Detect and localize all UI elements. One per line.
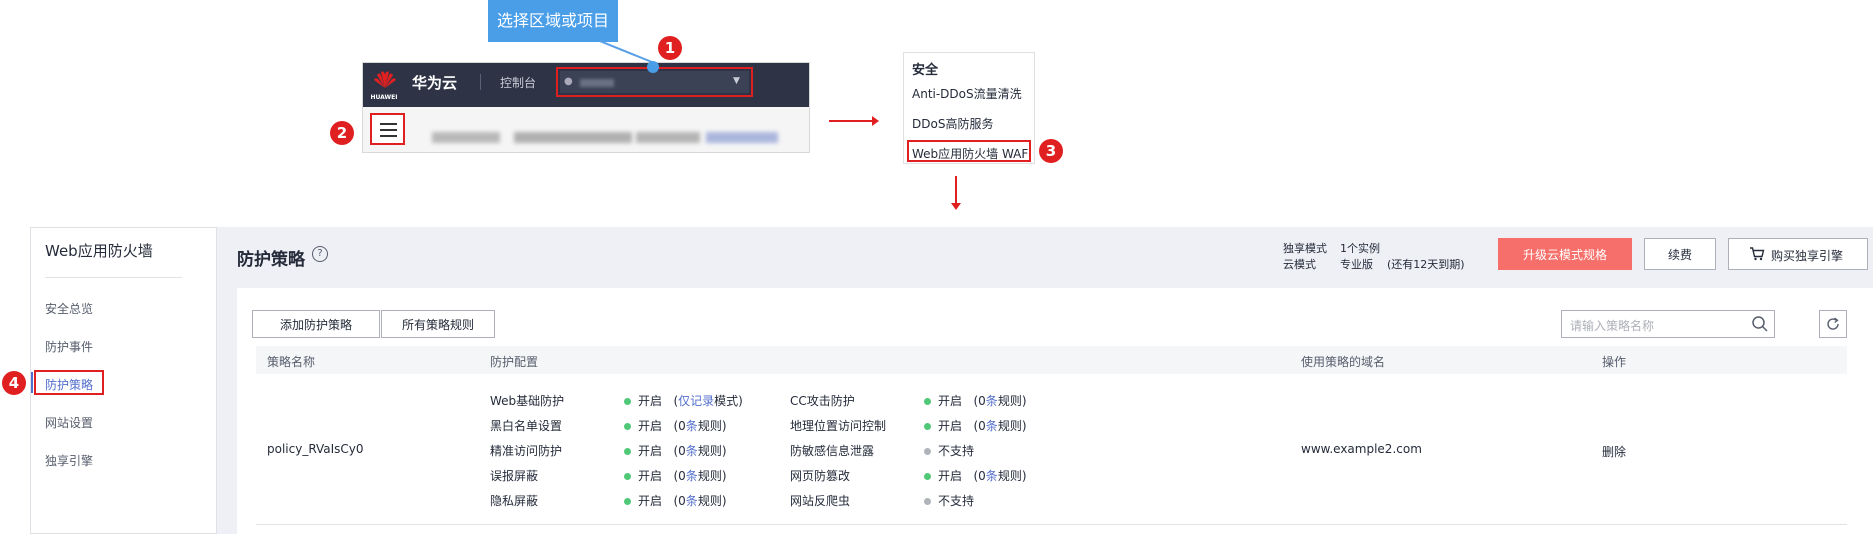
status-dot (624, 423, 631, 430)
column-header-policy-name: 策略名称 (267, 355, 316, 369)
all-policy-rules-button[interactable]: 所有策略规则 (381, 310, 495, 338)
service-list-menu-button[interactable] (370, 113, 405, 145)
status-dot (924, 473, 931, 480)
config-status: 开启 (0条规则) (938, 394, 1027, 408)
column-header-protection-config: 防护配置 (490, 355, 539, 369)
config-privacy-masking: 隐私屏蔽 (490, 494, 539, 508)
policy-name-link[interactable]: policy_RVaIsCy0 (267, 442, 364, 456)
arrow-down (951, 176, 961, 210)
config-precise-protection: 精准访问防护 (490, 444, 563, 458)
renew-button[interactable]: 续费 (1644, 238, 1716, 270)
config-rules-link[interactable]: 条 (686, 419, 698, 433)
upgrade-cloud-mode-button[interactable]: 升级云模式规格 (1498, 238, 1632, 270)
config-rules-link[interactable]: 条 (986, 419, 998, 433)
blurred-content (514, 132, 632, 143)
status-dot (624, 398, 631, 405)
policy-domain: www.example2.com (1301, 442, 1422, 456)
tooltip-pointer-dot (647, 61, 659, 73)
add-policy-button[interactable]: 添加防护策略 (252, 310, 380, 338)
buy-dedicated-engine-button[interactable]: 购买独享引擎 (1728, 238, 1868, 270)
sidebar-active-indicator (31, 372, 33, 393)
menu-category-title: 安全 (912, 63, 939, 78)
status-dot (624, 498, 631, 505)
config-status: 开启 (0条规则) (938, 469, 1027, 483)
config-status: 开启 (0条规则) (638, 444, 727, 458)
config-rules-link[interactable]: 条 (986, 394, 998, 408)
config-rules-link[interactable]: 条 (686, 469, 698, 483)
status-dot (924, 398, 931, 405)
column-header-actions: 操作 (1602, 355, 1627, 369)
search-placeholder: 请输入策略名称 (1570, 319, 1655, 333)
buy-dedicated-engine-label: 购买独享引擎 (1771, 249, 1844, 263)
delete-policy-link[interactable]: 删除 (1602, 443, 1626, 460)
cloud-mode-expiry: (还有12天到期) (1387, 258, 1465, 271)
sidebar-item-website-settings[interactable]: 网站设置 (45, 414, 93, 431)
page-title: 防护策略 (237, 250, 305, 270)
config-status: 开启 (0条规则) (638, 494, 727, 508)
huawei-logo-icon (374, 71, 396, 88)
huawei-logo-text: HUAWEI (370, 94, 398, 101)
status-dot (624, 473, 631, 480)
status-dot (924, 448, 931, 455)
step-badge: 3 (1039, 139, 1063, 163)
config-status: 开启 (0条规则) (638, 469, 727, 483)
config-status: 开启 (0条规则) (638, 419, 727, 433)
status-dot (624, 448, 631, 455)
refresh-button[interactable] (1819, 310, 1847, 338)
sidebar-item-overview[interactable]: 安全总览 (45, 300, 93, 317)
config-cc-attack-protection: CC攻击防护 (790, 394, 855, 408)
menu-item-ddos-pro[interactable]: DDoS高防服务 (912, 115, 993, 132)
menu-icon (380, 123, 397, 125)
cart-icon (1750, 247, 1765, 261)
blurred-content (636, 132, 700, 143)
dedicated-mode-value: 1个实例 (1340, 242, 1380, 255)
config-data-leakage-prevention: 防敏感信息泄露 (790, 444, 875, 458)
sidebar-item-events[interactable]: 防护事件 (45, 338, 93, 355)
location-pin-icon: ● (564, 76, 573, 87)
config-status: 开启 (0条规则) (938, 419, 1027, 433)
cloud-mode-label: 云模式 (1283, 258, 1316, 271)
menu-item-anti-ddos[interactable]: Anti-DDoS流量清洗 (912, 85, 1022, 102)
brand-name[interactable]: 华为云 (412, 72, 457, 93)
header-divider (480, 74, 481, 90)
config-rules-link[interactable]: 条 (686, 494, 698, 508)
region-tooltip: 选择区域或项目 (488, 0, 618, 42)
config-rules-link[interactable]: 条 (986, 469, 998, 483)
config-status: 开启 (仅记录模式) (638, 394, 743, 408)
config-web-tamper-protection: 网页防篡改 (790, 469, 851, 483)
refresh-icon (1827, 317, 1839, 330)
step-badge: 4 (2, 371, 26, 395)
status-dot (924, 498, 931, 505)
help-icon[interactable]: ? (312, 246, 328, 262)
sidebar-item-policies[interactable]: 防护策略 (45, 376, 93, 393)
config-status: 不支持 (938, 494, 975, 508)
sidebar-item-dedicated-engine[interactable]: 独享引擎 (45, 452, 93, 469)
config-blacklist-whitelist: 黑白名单设置 (490, 419, 563, 433)
table-row-divider (256, 524, 1847, 525)
config-anti-crawler: 网站反爬虫 (790, 494, 851, 508)
region-value-blurred (580, 79, 614, 87)
search-icon[interactable] (1751, 315, 1769, 333)
console-link[interactable]: 控制台 (500, 74, 536, 91)
sidebar-title: Web应用防火墙 (45, 242, 153, 260)
caret-down-icon: ▼ (733, 76, 740, 86)
step-badge: 1 (658, 36, 682, 60)
dedicated-mode-label: 独享模式 (1283, 242, 1327, 255)
config-rules-link[interactable]: 条 (686, 444, 698, 458)
column-header-domains: 使用策略的域名 (1301, 355, 1386, 369)
config-false-alarm-masking: 误报屏蔽 (490, 469, 539, 483)
config-web-basic-protection: Web基础防护 (490, 394, 565, 408)
blurred-content (706, 132, 778, 143)
menu-item-waf[interactable]: Web应用防火墙 WAF (912, 145, 1028, 162)
config-status: 不支持 (938, 444, 975, 458)
cloud-mode-edition: 专业版 (1340, 258, 1373, 271)
blurred-content (432, 132, 500, 143)
status-dot (924, 423, 931, 430)
arrow-right (829, 116, 879, 126)
config-geo-access-control: 地理位置访问控制 (790, 419, 887, 433)
config-mode-link[interactable]: 仅记录 (678, 394, 714, 408)
sidebar-divider (45, 277, 182, 278)
step-badge: 2 (330, 121, 354, 145)
